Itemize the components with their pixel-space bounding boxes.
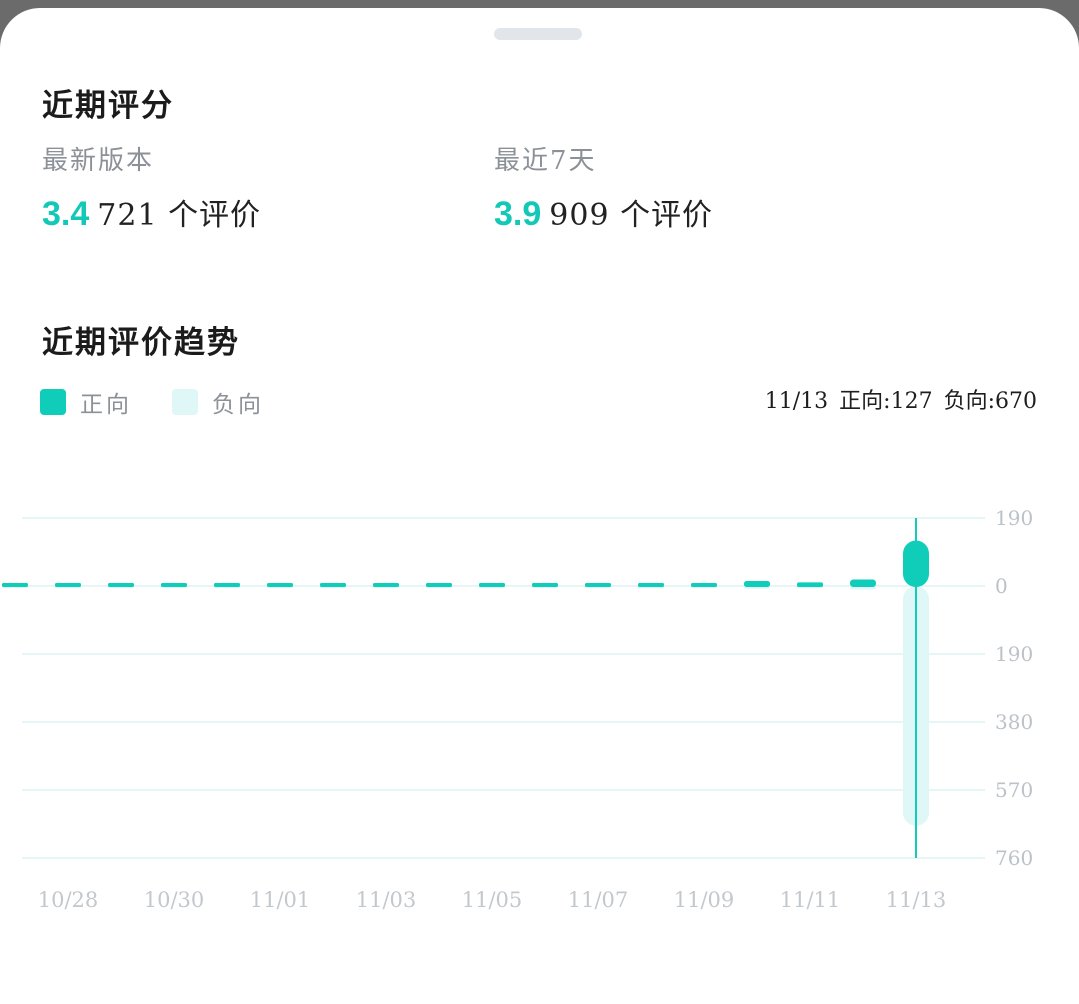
x-tick-label: 10/28 <box>38 888 99 912</box>
bar-positive <box>532 583 558 587</box>
x-tick-label: 11/03 <box>356 888 417 912</box>
bar-positive <box>585 583 611 587</box>
x-tick-label: 11/11 <box>780 888 841 912</box>
y-tick-label: 760 <box>995 846 1033 870</box>
x-tick-label: 11/09 <box>674 888 735 912</box>
bar-positive <box>55 583 81 587</box>
bar-positive <box>214 583 240 587</box>
x-tick-label: 10/30 <box>144 888 205 912</box>
bar-positive <box>267 583 293 587</box>
y-tick-label: 380 <box>995 710 1033 734</box>
y-tick-label: 0 <box>995 574 1008 598</box>
bar-positive <box>426 583 452 587</box>
x-tick-label: 11/01 <box>250 888 311 912</box>
bar-positive <box>161 583 187 587</box>
x-tick-label: 11/07 <box>568 888 629 912</box>
x-tick-label: 11/13 <box>886 888 947 912</box>
bar-positive <box>691 583 717 587</box>
x-tick-label: 11/05 <box>462 888 523 912</box>
bar-positive <box>797 582 823 587</box>
bar-positive <box>2 583 28 587</box>
bar-positive <box>850 579 876 587</box>
y-tick-label: 190 <box>995 642 1033 666</box>
bar-positive <box>638 583 664 587</box>
y-tick-label: 190 <box>995 506 1033 530</box>
y-tick-label: 570 <box>995 778 1033 802</box>
rating-trend-chart[interactable]: 190 0 190 380 570 760 10/28 10/30 11/01 11/03 11/0… <box>0 0 1079 1004</box>
bar-positive <box>108 583 134 587</box>
bar-positive <box>373 583 399 587</box>
bar-positive <box>320 583 346 587</box>
bar-positive <box>744 580 770 587</box>
bar-positive <box>479 583 505 587</box>
